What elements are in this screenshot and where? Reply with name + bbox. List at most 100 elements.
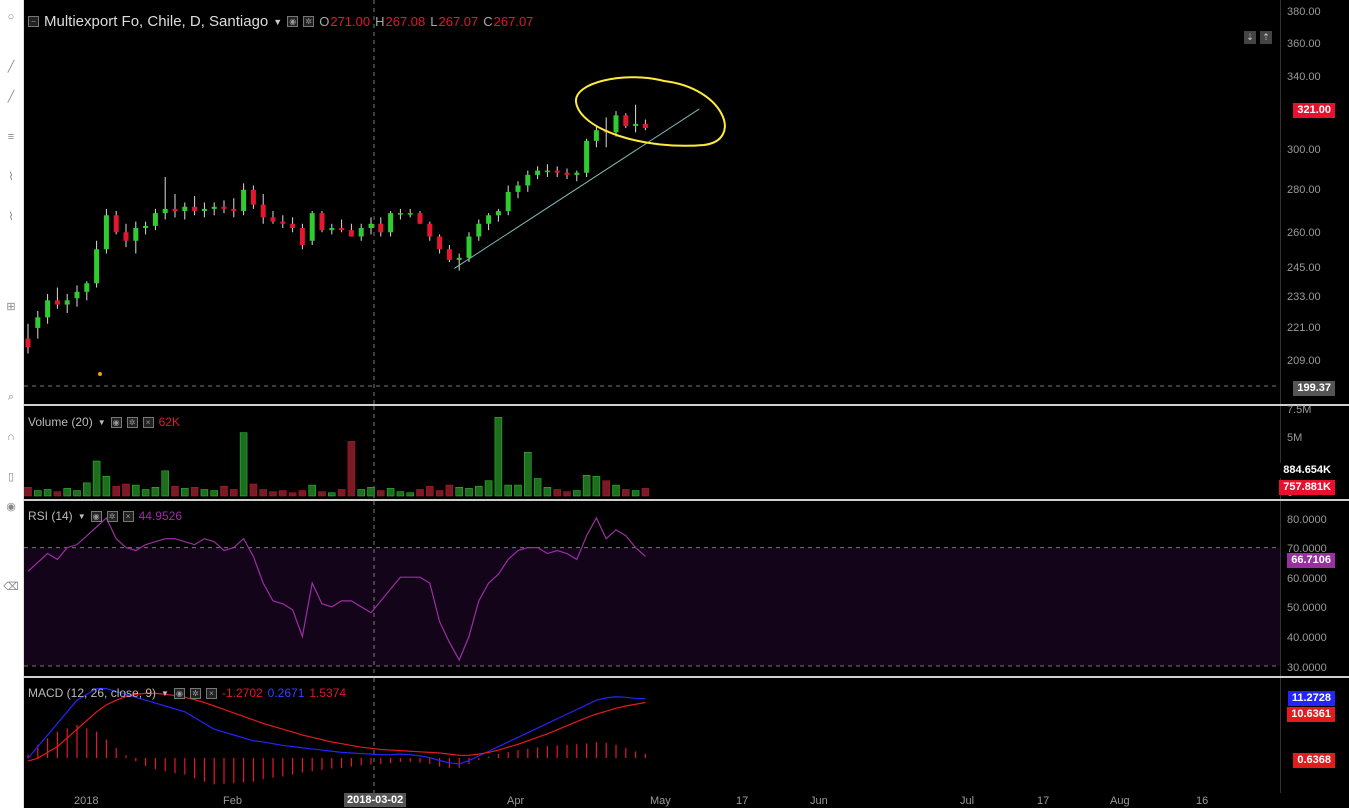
price-pane[interactable]: − Multiexport Fo, Chile, D, Santiago ▼ ◉…: [24, 0, 1280, 404]
volume-bar: [190, 487, 199, 497]
candle-body: [299, 228, 305, 246]
time-label: Aug: [1110, 795, 1130, 807]
pattern-tool-icon[interactable]: ⌇: [3, 170, 19, 184]
volume-bar: [122, 483, 130, 497]
volume-bar: [416, 489, 424, 497]
price-chart-canvas[interactable]: [24, 0, 1280, 404]
eye-icon[interactable]: ◉: [110, 416, 122, 428]
price-axis[interactable]: 380.00 360.00 340.00 321.00 300.00 280.0…: [1280, 0, 1349, 404]
volume-pane[interactable]: Volume (20) ▼ ◉ ✲ × 62K: [24, 406, 1280, 499]
rsi-axis[interactable]: 80.0000 70.0000 66.7106 60.0000 50.0000 …: [1280, 501, 1349, 676]
volume-bar: [34, 490, 42, 497]
rsi-chart-canvas[interactable]: [24, 501, 1280, 676]
prediction-tool-icon[interactable]: ⌇: [3, 210, 19, 224]
volume-bar: [573, 490, 581, 497]
price-tick: 245.00: [1287, 262, 1321, 274]
volume-bar: [181, 488, 189, 497]
time-label: 16: [1196, 795, 1209, 807]
candle-body: [35, 317, 41, 328]
macd-hist-value: -1.2702: [221, 686, 263, 700]
candle-body: [221, 206, 227, 209]
measure-tool-icon[interactable]: ⊞: [3, 300, 19, 314]
volume-bar: [24, 487, 32, 497]
ray-tool-icon[interactable]: ╱: [3, 90, 19, 104]
candle-body: [427, 223, 433, 237]
candle-body: [192, 206, 198, 212]
settings-icon[interactable]: ✲: [303, 16, 315, 27]
volume-chart-canvas[interactable]: [24, 406, 1280, 499]
dividend-marker: [98, 372, 102, 376]
candle-body: [64, 300, 70, 305]
rsi-pane[interactable]: RSI (14) ▼ ◉ ✲ × 44.9526: [24, 501, 1280, 676]
macd-label[interactable]: MACD (12, 26, close, 9): [28, 686, 156, 700]
candle-body: [348, 230, 354, 237]
volume-bar: [553, 489, 561, 497]
price-tick: 209.00: [1287, 355, 1321, 367]
candle-body: [564, 172, 570, 175]
caret-down-icon[interactable]: ▼: [273, 17, 282, 27]
volume-bar: [367, 487, 375, 497]
eye-tool-icon[interactable]: ◉: [3, 500, 19, 514]
time-label: 17: [736, 795, 749, 807]
volume-label[interactable]: Volume (20): [28, 415, 93, 429]
candle-body: [241, 189, 247, 212]
trash-tool-icon[interactable]: ⌫: [3, 580, 19, 594]
volume-bar: [357, 489, 365, 497]
macd-axis[interactable]: 11.2728 10.6361 0.6368: [1280, 678, 1349, 793]
chart-area[interactable]: − Multiexport Fo, Chile, D, Santiago ▼ ◉…: [24, 0, 1349, 808]
lock-tool-icon[interactable]: ▯: [3, 470, 19, 484]
settings-icon[interactable]: ✲: [106, 510, 118, 522]
caret-down-icon[interactable]: ▼: [98, 418, 106, 427]
crosshair-tool-icon[interactable]: ○: [3, 10, 19, 24]
close-icon[interactable]: ×: [205, 687, 217, 699]
settings-icon[interactable]: ✲: [126, 416, 138, 428]
candle-body: [231, 208, 237, 212]
candle-body: [633, 123, 639, 126]
candle-body: [329, 228, 335, 231]
volume-bar: [132, 484, 140, 497]
time-label: May: [650, 795, 671, 807]
volume-axis[interactable]: 7.5M 5M 884.654K 0 757.881K: [1279, 404, 1349, 499]
eye-icon[interactable]: ◉: [287, 16, 299, 27]
volume-bar: [484, 480, 493, 497]
candle-body: [584, 140, 590, 173]
candle-body: [211, 206, 217, 209]
volume-bar: [230, 489, 238, 497]
settings-icon[interactable]: ✲: [189, 687, 201, 699]
time-label: Jul: [960, 795, 975, 807]
candle-body: [388, 213, 394, 233]
candle-body: [270, 217, 276, 222]
scroll-down-icon[interactable]: ⇣: [1244, 31, 1256, 44]
candle-body: [544, 170, 550, 173]
close-icon[interactable]: ×: [142, 416, 154, 428]
low-value: 267.07: [438, 14, 479, 29]
volume-bar: [308, 484, 316, 497]
macd-pane[interactable]: MACD (12, 26, close, 9) ▼ ◉ ✲ × -1.2702 …: [24, 678, 1280, 793]
eye-icon[interactable]: ◉: [90, 510, 102, 522]
fib-tool-icon[interactable]: ≡: [3, 130, 19, 144]
time-axis[interactable]: 2018 Feb 2018-03-02 Apr May 17 Jun Jul 1…: [24, 793, 1280, 808]
candle-body: [554, 170, 560, 173]
caret-down-icon[interactable]: ▼: [78, 512, 86, 521]
candle-body: [201, 208, 207, 212]
volume-bar: [298, 490, 307, 497]
candle-body: [378, 223, 384, 233]
time-label: 2018: [74, 795, 99, 807]
volume-bar: [631, 490, 640, 497]
candle-body: [123, 232, 129, 241]
collapse-icon[interactable]: −: [28, 16, 39, 27]
scroll-up-icon[interactable]: ⇡: [1260, 31, 1272, 44]
volume-bar: [112, 485, 120, 497]
symbol-title[interactable]: Multiexport Fo, Chile, D, Santiago: [44, 13, 268, 30]
close-icon[interactable]: ×: [122, 510, 134, 522]
caret-down-icon[interactable]: ▼: [161, 689, 169, 698]
eye-icon[interactable]: ◉: [173, 687, 185, 699]
candle-body: [25, 338, 31, 348]
trendline-tool-icon[interactable]: ╱: [3, 60, 19, 74]
rsi-label[interactable]: RSI (14): [28, 509, 73, 523]
volume-bar: [210, 490, 218, 497]
candle-body: [74, 291, 80, 299]
zoom-tool-icon[interactable]: ⌕: [3, 390, 19, 404]
magnet-tool-icon[interactable]: ∩: [3, 430, 19, 444]
volume-bar: [249, 483, 258, 497]
